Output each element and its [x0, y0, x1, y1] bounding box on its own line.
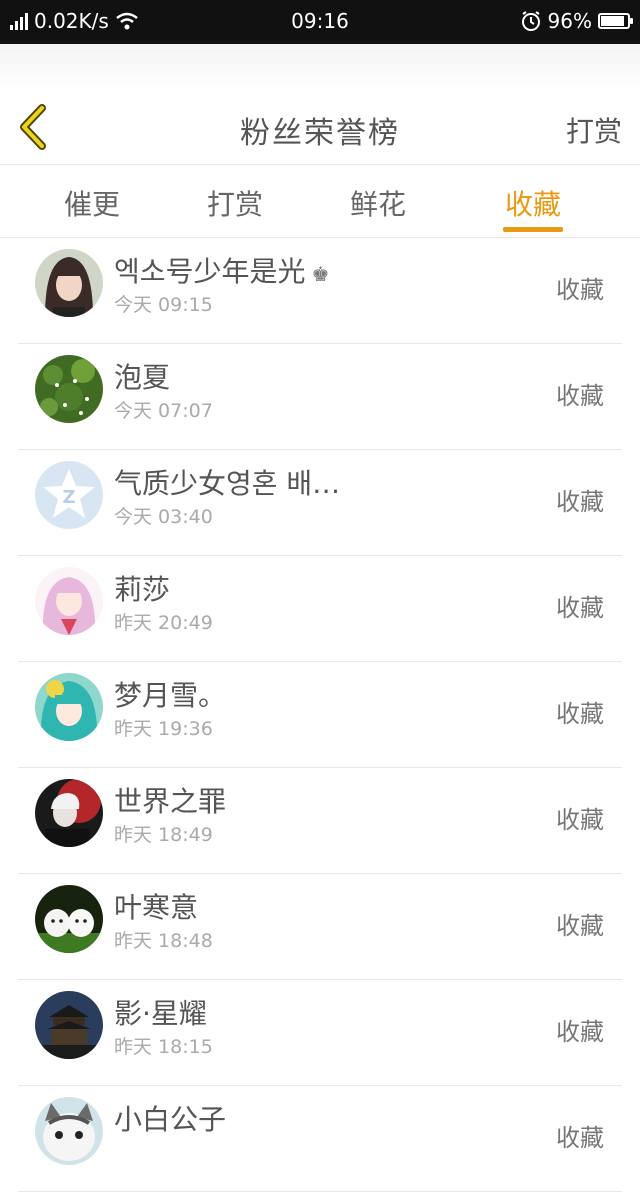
fan-action: 收藏 [556, 488, 604, 516]
fan-time: 昨天 18:15 [114, 1036, 213, 1058]
avatar [35, 355, 103, 423]
fan-name: 泡夏 [114, 361, 171, 394]
avatar [35, 991, 103, 1059]
fan-name: 小白公子 [114, 1103, 227, 1136]
tab-label: 鲜花 [349, 188, 406, 221]
header: 粉丝荣誉榜 打赏 [0, 44, 640, 165]
tab-label: 催更 [63, 188, 120, 221]
tab-reward[interactable]: 打赏 [180, 183, 290, 223]
tab-favorites[interactable]: 收藏 [478, 183, 588, 232]
list-item[interactable]: 泡夏 今天 07:07 收藏 [18, 344, 622, 450]
fan-action: 收藏 [556, 382, 604, 410]
battery-icon [598, 13, 633, 29]
reward-button[interactable]: 打赏 [566, 110, 622, 150]
fan-time: 今天 03:40 [114, 506, 213, 528]
avatar [35, 885, 103, 953]
fan-action: 收藏 [556, 806, 604, 834]
fan-action: 收藏 [556, 700, 604, 728]
battery-percent: 96% [547, 9, 592, 33]
tab-bar: 催更 打赏 鲜花 收藏 [0, 165, 640, 238]
fan-time: 今天 07:07 [114, 400, 213, 422]
fan-action: 收藏 [556, 912, 604, 940]
list-item[interactable]: 엑소号少年是光 ♚ 今天 09:15 收藏 [18, 238, 622, 344]
svg-text:Z: Z [62, 487, 75, 508]
fan-action: 收藏 [556, 594, 604, 622]
fan-name: 叶寒意 [114, 891, 199, 924]
fan-time: 昨天 18:48 [114, 930, 213, 952]
alarm-icon [521, 11, 540, 31]
fan-name: 气质少女영혼 배… [114, 467, 341, 500]
fan-action: 收藏 [556, 1018, 604, 1046]
fan-name: 莉莎 [114, 573, 171, 606]
fan-action: 收藏 [556, 276, 604, 304]
list-item[interactable]: 叶寒意 昨天 18:48 收藏 [18, 874, 622, 980]
list-item[interactable]: 世界之罪 昨天 18:49 收藏 [18, 768, 622, 874]
avatar: Z [35, 461, 103, 529]
fan-name: 梦月雪。 [114, 679, 227, 712]
fan-time: 昨天 18:49 [114, 824, 213, 846]
fan-name: 엑소号少年是光 ♚ [114, 250, 329, 290]
avatar [35, 779, 103, 847]
page-title: 粉丝荣誉榜 [240, 116, 400, 151]
avatar [35, 567, 103, 635]
status-bar: 0.02K/s 09:16 96% [0, 0, 640, 44]
tab-label: 收藏 [504, 188, 561, 221]
fan-list: 엑소号少年是光 ♚ 今天 09:15 收藏 泡夏 今天 07:07 收藏 Z 气… [0, 238, 640, 1192]
list-item[interactable]: 小白公子 收藏 [18, 1086, 622, 1192]
tab-indicator [503, 227, 563, 232]
avatar [35, 1097, 103, 1165]
tab-urge[interactable]: 催更 [37, 183, 147, 223]
tab-label: 打赏 [206, 188, 263, 221]
list-item[interactable]: 莉莎 昨天 20:49 收藏 [18, 556, 622, 662]
list-item[interactable]: 影·星耀 昨天 18:15 收藏 [18, 980, 622, 1086]
fan-name-text: 엑소号少年是光 [114, 255, 306, 288]
status-right: 96% [520, 9, 633, 33]
tab-flowers[interactable]: 鲜花 [323, 183, 433, 223]
fan-name: 影·星耀 [114, 997, 207, 1030]
list-item[interactable]: 梦月雪。 昨天 19:36 收藏 [18, 662, 622, 768]
fan-name: 世界之罪 [114, 785, 227, 818]
avatar [35, 249, 103, 317]
crown-icon: ♚ [311, 262, 330, 286]
fan-action: 收藏 [556, 1124, 604, 1152]
fan-time: 昨天 20:49 [114, 612, 213, 634]
fan-time: 昨天 19:36 [114, 718, 213, 740]
fan-time: 今天 09:15 [114, 294, 213, 316]
avatar [35, 673, 103, 741]
list-item[interactable]: Z 气质少女영혼 배… 今天 03:40 收藏 [18, 450, 622, 556]
